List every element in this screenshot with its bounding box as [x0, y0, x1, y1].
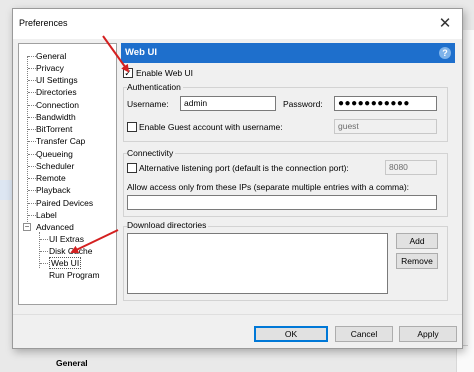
apply-button[interactable]: Apply	[399, 326, 457, 342]
enable-web-ui-label: Enable Web UI	[136, 68, 194, 78]
background-general-label: General	[56, 358, 88, 368]
help-icon[interactable]: ?	[439, 47, 451, 59]
alt-port-input[interactable]: 8080	[385, 160, 437, 175]
allow-ips-input[interactable]	[127, 195, 437, 210]
tree-item-ui-settings[interactable]: UI Settings	[36, 74, 78, 86]
close-button[interactable]: ✕	[434, 13, 456, 35]
tree-item-bandwidth[interactable]: Bandwidth	[36, 111, 76, 123]
title-bar: Preferences ✕	[13, 9, 462, 39]
preferences-tree[interactable]: General Privacy UI Settings Directories …	[18, 43, 117, 305]
tree-item-remote[interactable]: Remote	[36, 172, 66, 184]
tree-branch	[28, 215, 36, 216]
alt-port-label: Alternative listening port (default is t…	[139, 163, 349, 173]
guest-account-checkbox[interactable]	[127, 122, 137, 132]
tree-item-privacy[interactable]: Privacy	[36, 62, 64, 74]
tree-branch	[28, 166, 36, 167]
tree-item-connection[interactable]: Connection	[36, 99, 79, 111]
tree-branch	[40, 251, 48, 252]
minus-icon: −	[24, 222, 30, 231]
background-left-highlight	[0, 180, 12, 200]
tree-branch	[28, 68, 36, 69]
tree-item-disk-cache[interactable]: Disk Cache	[49, 245, 92, 257]
download-directories-list[interactable]	[127, 233, 388, 294]
tree-branch	[28, 92, 36, 93]
tree-branch	[28, 190, 36, 191]
alt-port-checkbox[interactable]	[127, 163, 137, 173]
tree-item-label[interactable]: Label	[36, 209, 57, 221]
web-ui-panel: Web UI ? ✓ Enable Web UI Authentication …	[121, 43, 455, 305]
tree-item-directories[interactable]: Directories	[36, 86, 77, 98]
tree-branch	[28, 203, 36, 204]
tree-item-playback[interactable]: Playback	[36, 184, 71, 196]
tree-item-run-program[interactable]: Run Program	[49, 269, 100, 281]
password-label: Password:	[283, 99, 323, 109]
remove-directory-button[interactable]: Remove	[396, 253, 438, 269]
guest-account-label: Enable Guest account with username:	[139, 122, 283, 132]
collapse-advanced-toggle[interactable]: −	[23, 223, 31, 231]
tree-item-scheduler[interactable]: Scheduler	[36, 160, 74, 172]
tree-branch	[28, 56, 36, 57]
tree-item-paired-devices[interactable]: Paired Devices	[36, 197, 93, 209]
tree-branch	[28, 117, 36, 118]
panel-header: Web UI ?	[121, 43, 455, 63]
close-icon: ✕	[438, 15, 452, 32]
tree-item-transfer-cap[interactable]: Transfer Cap	[36, 135, 85, 147]
authentication-title: Authentication	[127, 82, 183, 92]
add-directory-button[interactable]: Add	[396, 233, 438, 249]
tree-branch	[40, 263, 48, 264]
checkmark-icon: ✓	[124, 68, 132, 78]
tree-item-general[interactable]: General	[36, 50, 66, 62]
enable-web-ui-checkbox[interactable]: ✓	[123, 68, 133, 78]
tree-item-web-ui[interactable]: Web UI	[49, 257, 82, 269]
ok-button[interactable]: OK	[254, 326, 328, 342]
download-directories-title: Download directories	[127, 220, 209, 230]
panel-title: Web UI	[125, 47, 158, 58]
tree-branch	[28, 141, 36, 142]
tree-branch	[28, 105, 36, 106]
allow-ips-label: Allow access only from these IPs (separa…	[127, 182, 410, 192]
tree-item-ui-extras[interactable]: UI Extras	[49, 233, 84, 245]
username-input[interactable]: admin	[180, 96, 276, 111]
tree-item-queueing[interactable]: Queueing	[36, 148, 73, 160]
preferences-dialog: Preferences ✕ General Privacy UI Setting…	[12, 8, 463, 349]
connectivity-title: Connectivity	[127, 148, 176, 158]
tree-branch	[28, 178, 36, 179]
tree-item-advanced[interactable]: Advanced	[36, 221, 74, 233]
dialog-footer: OK Cancel Apply	[13, 314, 462, 348]
password-input[interactable]: ●●●●●●●●●●●	[334, 96, 437, 111]
username-label: Username:	[127, 99, 169, 109]
tree-branch	[40, 239, 48, 240]
tree-branch	[28, 154, 36, 155]
tree-branch	[28, 129, 36, 130]
guest-username-input[interactable]: guest	[334, 119, 437, 134]
tree-item-bittorrent[interactable]: BitTorrent	[36, 123, 72, 135]
window-title: Preferences	[19, 18, 68, 28]
cancel-button[interactable]: Cancel	[335, 326, 393, 342]
tree-branch	[28, 80, 36, 81]
